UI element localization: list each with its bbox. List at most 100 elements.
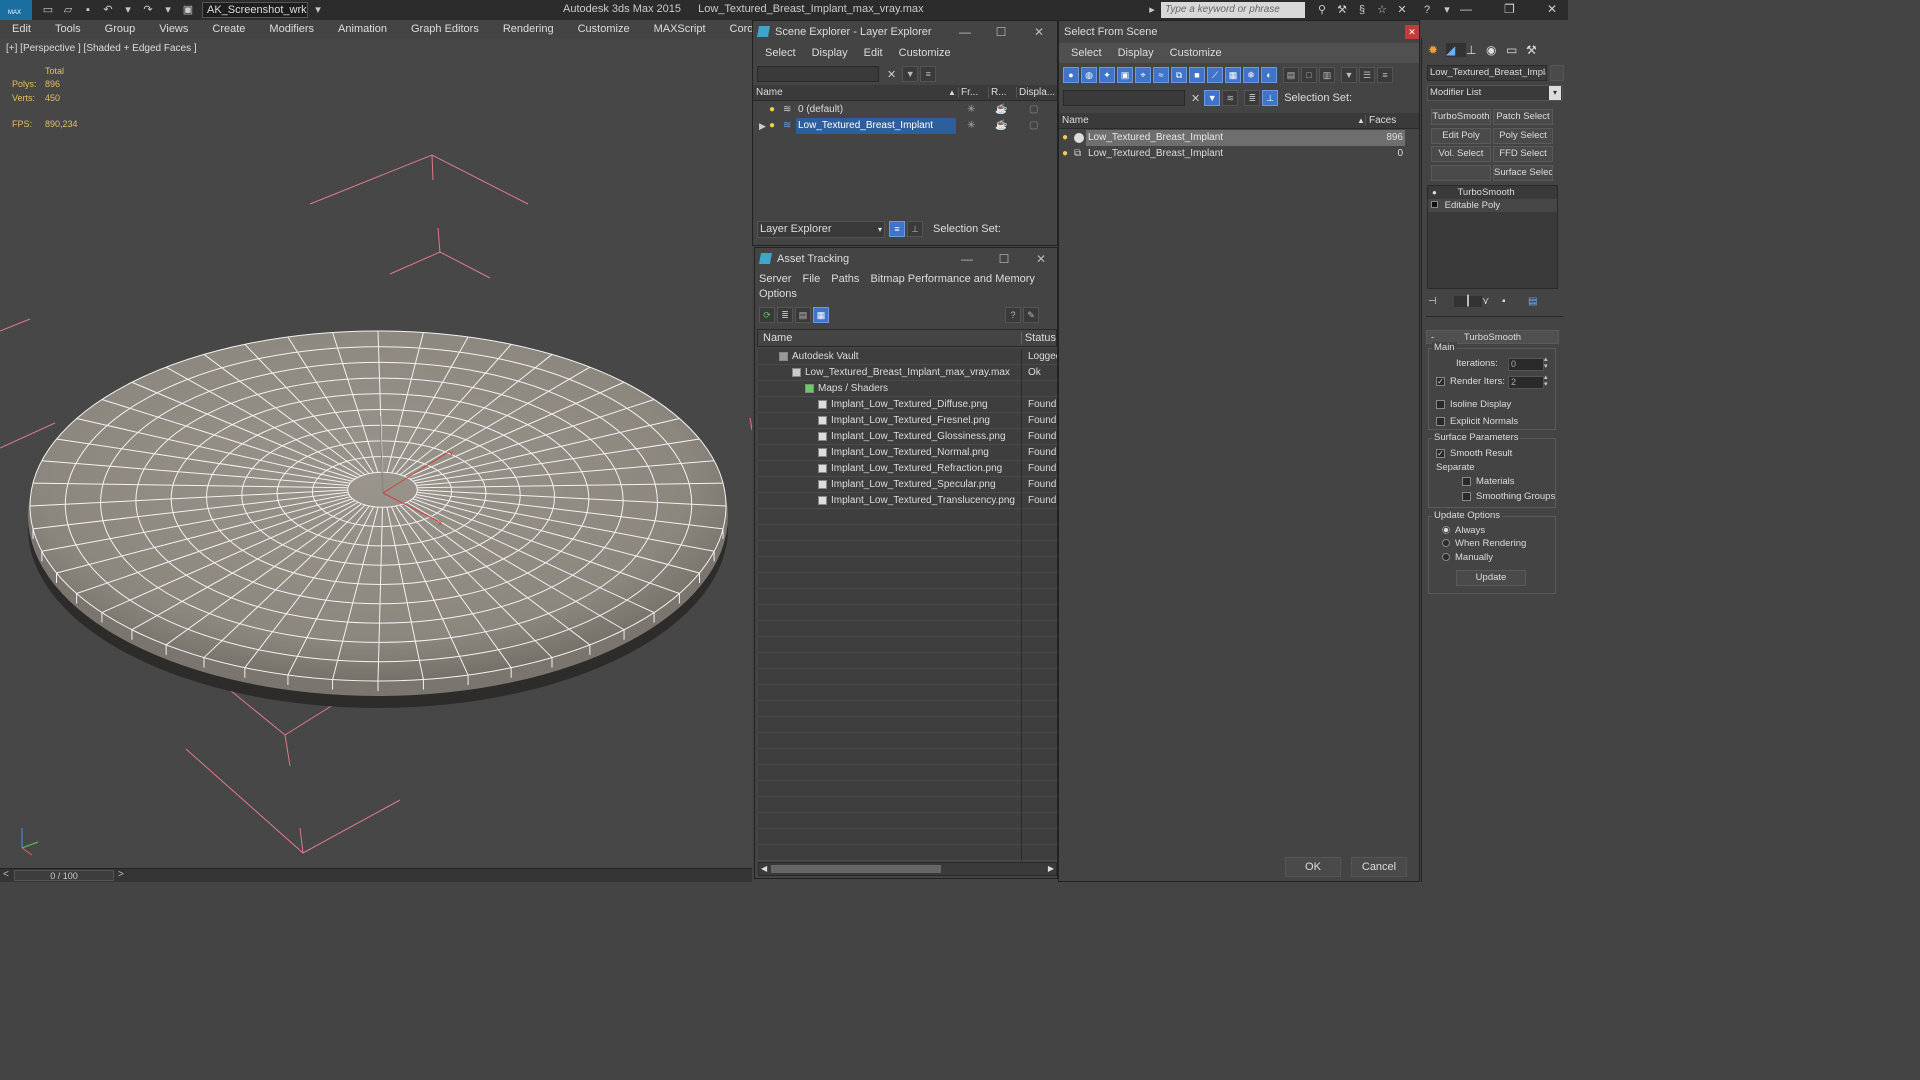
select-column-faces[interactable]: Faces [1365,115,1411,126]
open-file-icon[interactable]: ▱ [61,4,75,16]
utilities-tab-icon[interactable]: ⚒ [1526,43,1546,57]
menu-create[interactable]: Create [200,23,257,35]
perspective-viewport[interactable]: [+] [Perspective ] [Shaded + Edged Faces… [0,38,752,868]
restore-window-button[interactable]: ❐ [1504,2,1515,16]
select-layer-icon[interactable]: ≋ [1222,90,1239,106]
menu-bitmap-performance[interactable]: Bitmap Performance and Memory [870,273,1034,285]
implant-mesh[interactable] [28,330,728,708]
object-name-field[interactable]: Low_Textured_Breast_Implant [1427,65,1547,81]
menu-edit[interactable]: Edit [0,23,43,35]
render-iters-spinner[interactable]: 2 [1508,376,1544,389]
containers-filter-icon[interactable]: ▦ [1225,67,1241,83]
keyword-search-input[interactable]: Type a keyword or phrase [1161,2,1305,18]
display-icon[interactable]: ▢ [1029,102,1038,118]
select-filter-icon[interactable]: ▼ [1204,90,1221,106]
scrollbar-thumb[interactable] [771,865,941,873]
select-from-scene-menu-select[interactable]: Select [1063,47,1110,59]
asset-tracking-titlebar[interactable]: Asset Tracking — ☐ ✕ [755,248,1057,270]
stack-item-editable-poly[interactable]: Editable Poly [1428,199,1557,212]
select-row[interactable]: ● ⧉ Low_Textured_Breast_Implant 0 [1059,146,1419,162]
table-view-icon[interactable]: ▦ [813,307,829,323]
display-tab-icon[interactable]: ▭ [1506,43,1526,57]
menu-customize[interactable]: Customize [566,23,642,35]
select-from-scene-menu-customize[interactable]: Customize [1162,47,1230,59]
explicit-normals-checkbox[interactable] [1436,416,1445,426]
render-iters-checkbox[interactable]: ✓ [1436,376,1445,386]
menu-group[interactable]: Group [93,23,148,35]
column-freeze[interactable]: Fr... [958,87,988,98]
column-asset-status[interactable]: Status [1020,332,1056,344]
freeze-icon[interactable]: ✳ [967,118,975,134]
layer-light-icon[interactable]: ● [769,102,775,118]
undo-dropdown-icon[interactable]: ▾ [121,4,135,16]
asset-help-icon[interactable]: ? [1005,307,1021,323]
frozen-filter-icon[interactable]: ❄ [1243,67,1259,83]
time-prev-icon[interactable]: < [3,869,9,880]
scene-explorer-titlebar[interactable]: Scene Explorer - Layer Explorer — ☐ ✕ [753,21,1057,43]
bulb-icon[interactable]: ● [1432,188,1437,197]
iterations-spinner[interactable]: 0 [1508,358,1544,371]
asset-settings-icon[interactable]: ✎ [1023,307,1039,323]
vol-select-button[interactable]: Vol. Select [1431,146,1491,162]
select-column-name[interactable]: Name [1059,115,1357,126]
menu-server[interactable]: Server [759,273,799,285]
subscription-icon[interactable]: ⚒ [1335,4,1349,16]
hierarchy-icon[interactable]: ⊥ [907,221,923,237]
undo-icon[interactable]: ↶ [101,4,115,16]
poly-select-button[interactable]: Poly Select [1493,128,1553,144]
lights-filter-icon[interactable]: ✦ [1099,67,1115,83]
thumbnail-view-icon[interactable]: ▤ [795,307,811,323]
manually-radio[interactable] [1442,553,1450,562]
turbosmooth-modifier-button[interactable]: TurboSmooth [1431,109,1491,125]
select-clear-search-icon[interactable]: ✕ [1191,92,1200,105]
scene-explorer-minimize-button[interactable]: — [947,21,983,43]
select-from-scene-close-button[interactable]: ✕ [1405,25,1419,39]
ffd-select-button[interactable]: FFD Select [1493,146,1553,162]
iterations-spinner-arrows-icon[interactable]: ▴ ▾ [1544,356,1548,370]
column-render[interactable]: R... [988,87,1016,98]
render-icon[interactable]: ☕ [995,118,1007,134]
geometry-filter-icon[interactable]: ● [1063,67,1079,83]
scene-explorer-search-input[interactable] [757,66,879,82]
patch-select-button[interactable]: Patch Select [1493,109,1553,125]
exchange-icon[interactable]: ✕ [1395,4,1409,16]
display-none-icon[interactable]: □ [1301,67,1317,83]
help-dropdown-icon[interactable]: ▾ [1440,4,1454,16]
explorer-type-dropdown[interactable]: Layer Explorer ▾ [757,220,885,238]
time-slider-thumb[interactable]: 0 / 100 [14,870,114,881]
column-display[interactable]: Displa... [1016,87,1056,98]
funnel-list-icon[interactable]: ☰ [1359,67,1375,83]
asset-row[interactable]: Implant_Low_Textured_Specular.png Found [758,477,1057,493]
expand-arrow-icon[interactable]: ▶ [759,118,766,134]
select-sort-icon[interactable]: ≣ [1244,90,1261,106]
binoculars-icon[interactable]: ⚲ [1315,4,1329,16]
asset-row[interactable]: Implant_Low_Textured_Refraction.png Found [758,461,1057,477]
asset-row[interactable]: Low_Textured_Breast_Implant_max_vray.max… [758,365,1057,381]
scroll-right-icon[interactable]: ▶ [1048,863,1054,875]
asset-row[interactable]: Implant_Low_Textured_Diffuse.png Found [758,397,1057,413]
app-logo[interactable]: MAX [0,0,32,20]
menu-file[interactable]: File [802,273,828,285]
menu-tools[interactable]: Tools [43,23,93,35]
redo-dropdown-icon[interactable]: ▾ [161,4,175,16]
asset-row[interactable]: Autodesk Vault Logged [758,349,1057,365]
expand-search-icon[interactable]: ▸ [1145,4,1159,16]
menu-views[interactable]: Views [147,23,200,35]
smoothing-groups-checkbox[interactable] [1462,491,1471,501]
new-file-icon[interactable]: ▭ [41,4,55,16]
menu-options[interactable]: Options [759,288,797,300]
asset-row[interactable]: Maps / Shaders [758,381,1057,397]
asset-tracking-minimize-button[interactable]: — [949,248,985,270]
asset-hscrollbar[interactable]: ◀ ▶ [758,862,1057,876]
shapes-filter-icon[interactable]: ◍ [1081,67,1097,83]
help-icon[interactable]: ? [1420,4,1434,16]
xrefs-filter-icon[interactable]: ■ [1189,67,1205,83]
select-row-selected[interactable]: ● Low_Textured_Breast_Implant 896 [1059,130,1419,146]
layer-toggle-icon[interactable]: ≡ [920,66,937,82]
cameras-filter-icon[interactable]: ▣ [1117,67,1133,83]
materials-checkbox[interactable] [1462,476,1471,486]
workspace-dropdown-icon[interactable]: ▾ [311,4,325,16]
update-button[interactable]: Update [1456,570,1526,586]
isoline-display-checkbox[interactable] [1436,399,1445,409]
bones-filter-icon[interactable]: ⟋ [1207,67,1223,83]
